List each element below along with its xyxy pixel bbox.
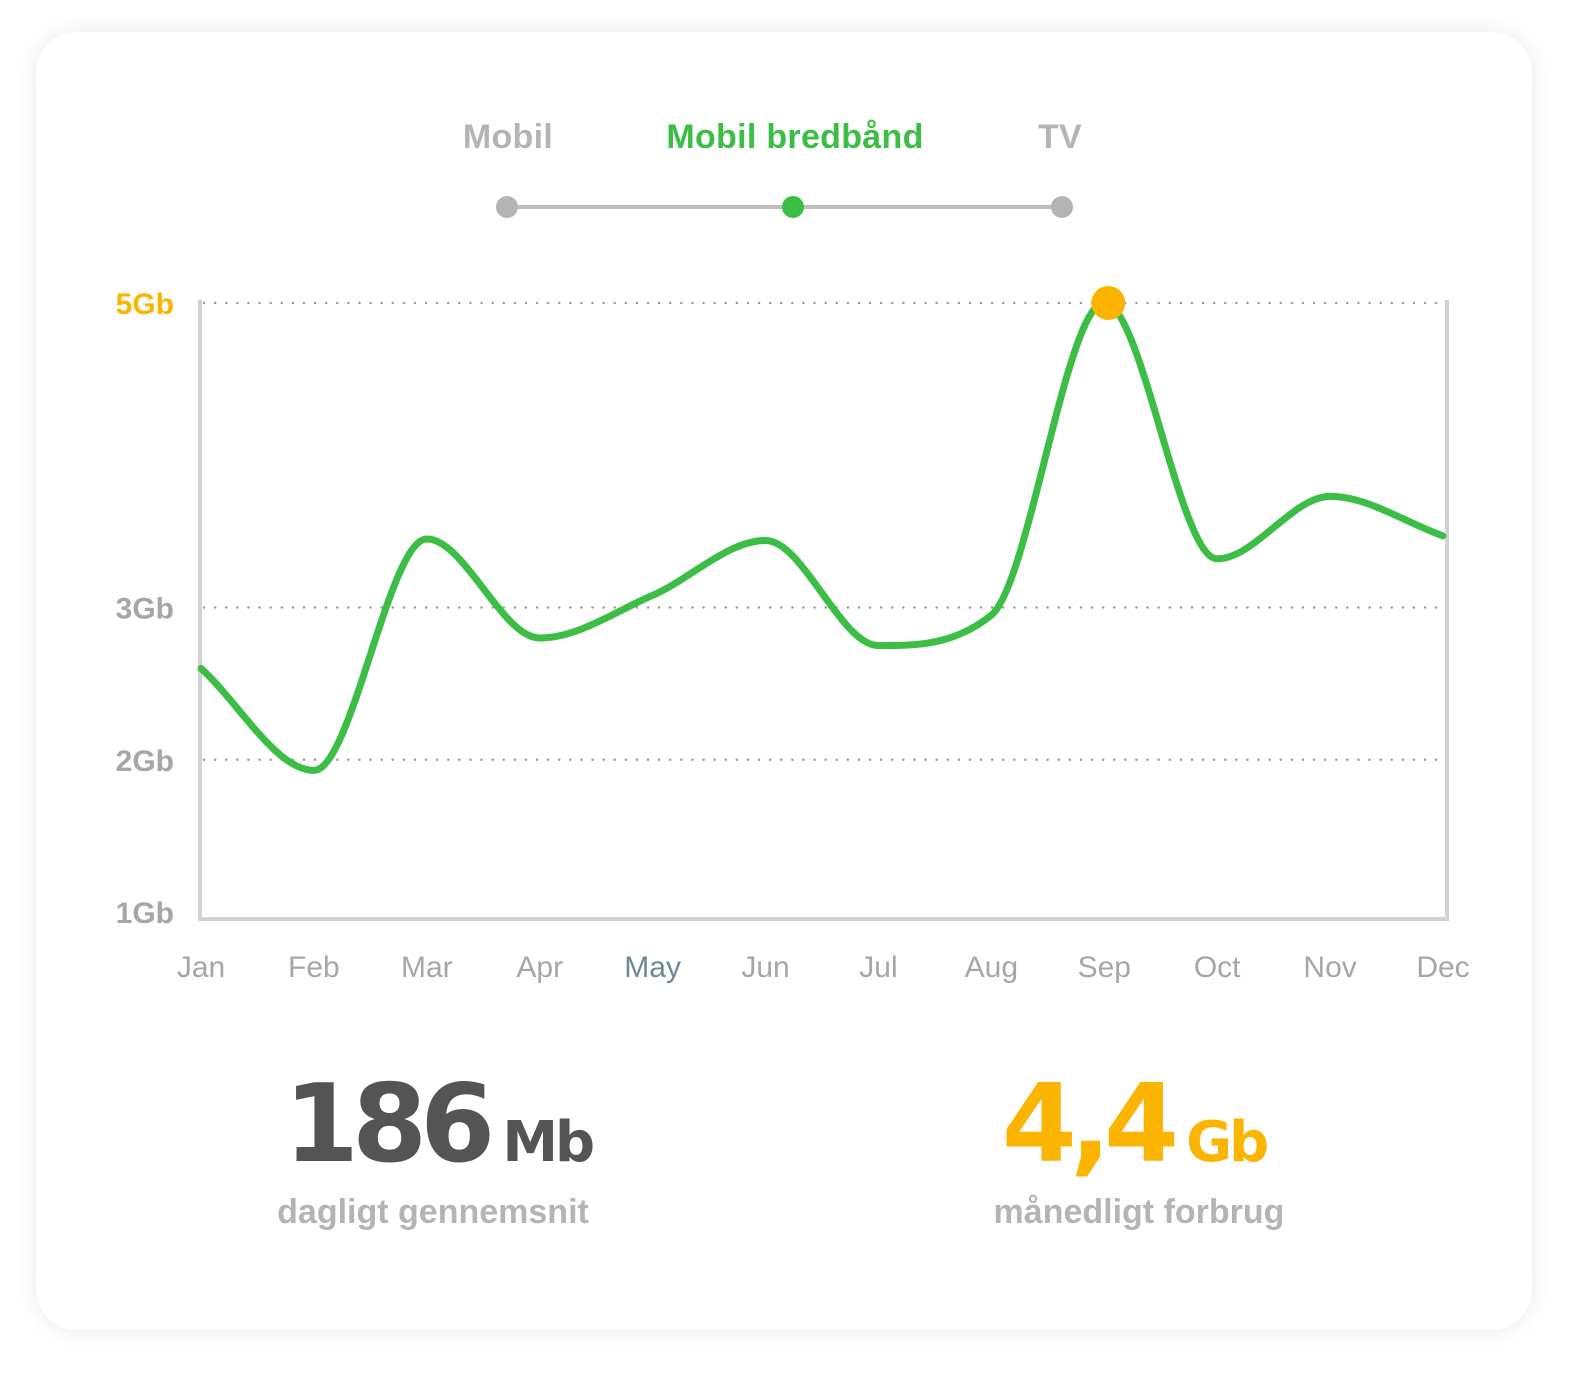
monthly-usage-unit: Gb: [1186, 1110, 1269, 1175]
usage-card: [36, 32, 1532, 1330]
monthly-usage-value: 4,4 Gb: [1001, 1062, 1269, 1187]
monthly-usage-number: 4,4: [1001, 1062, 1179, 1187]
tab-tv[interactable]: TV: [1038, 118, 1082, 157]
daily-average-value: 186 Mb: [283, 1062, 595, 1187]
tab-mobil[interactable]: Mobil: [463, 118, 553, 157]
monthly-usage-label: månedligt forbrug: [993, 1193, 1285, 1231]
daily-average-number: 186: [283, 1062, 495, 1187]
tab-mobil-bredbaand[interactable]: Mobil bredbånd: [666, 118, 923, 157]
daily-average-label: dagligt gennemsnit: [277, 1193, 589, 1231]
daily-average-unit: Mb: [502, 1110, 595, 1175]
